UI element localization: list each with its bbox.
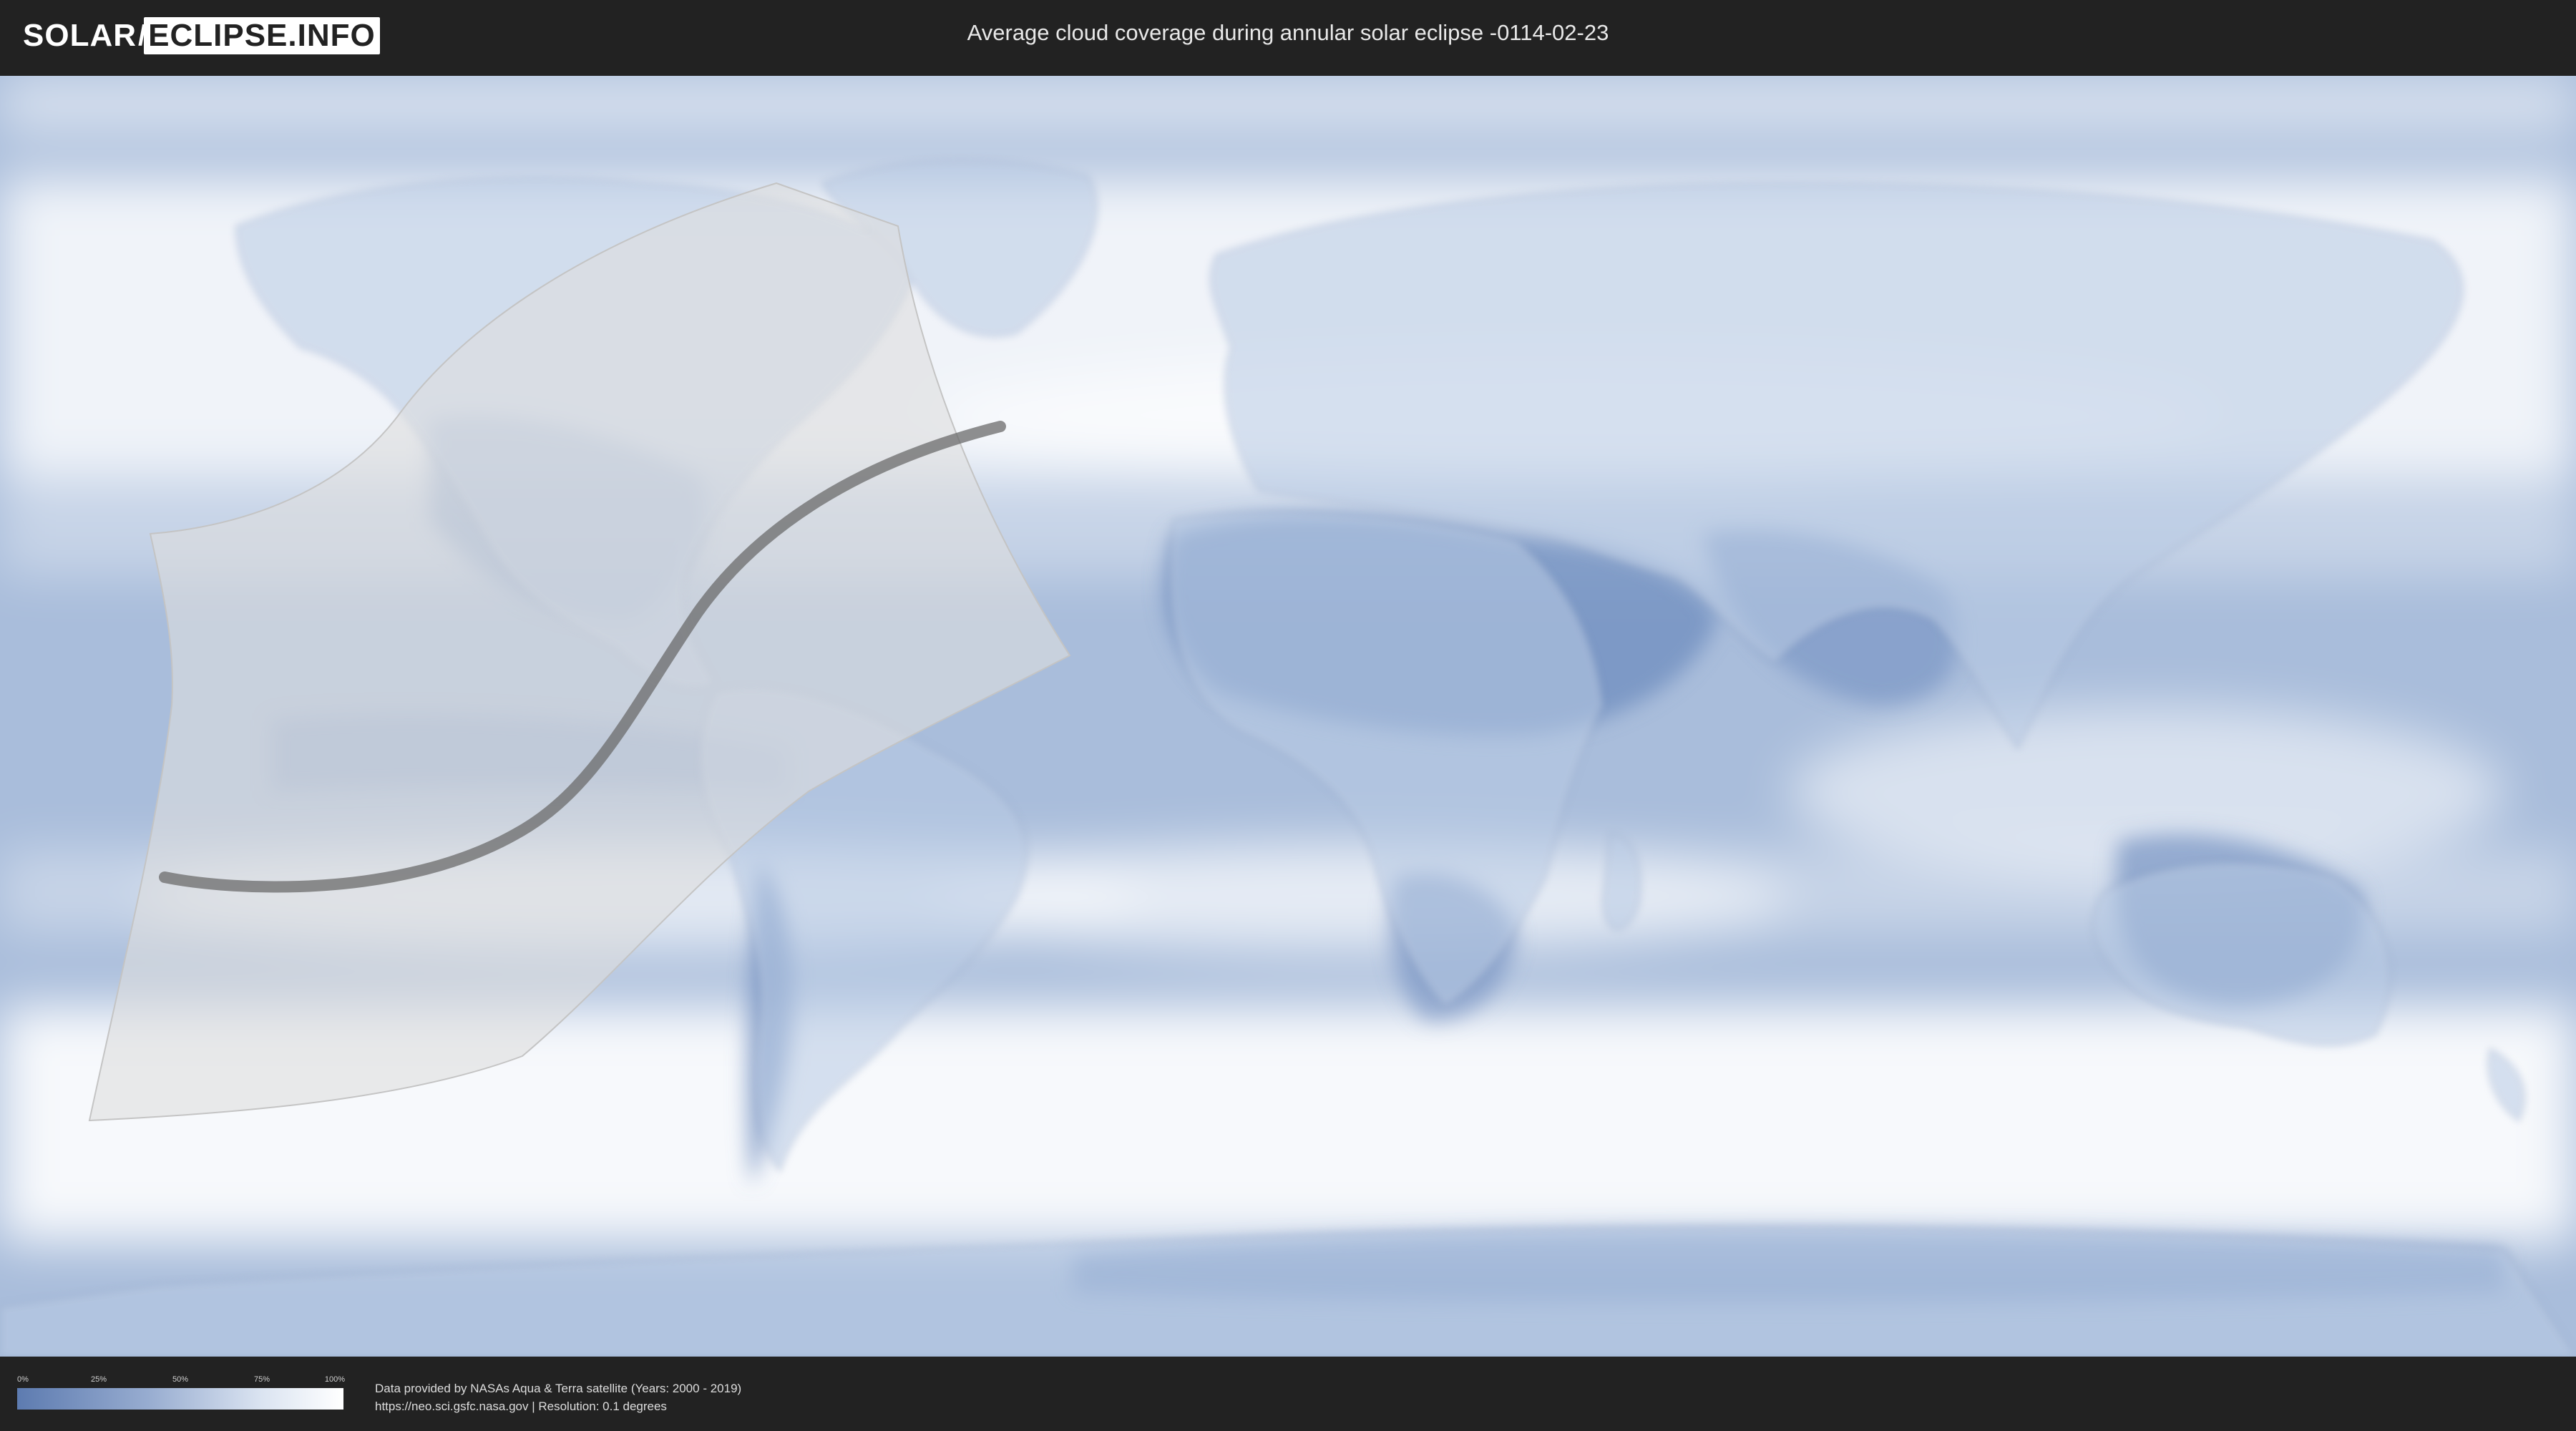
header-bar: SOLAR / ECLIPSE.INFO Average cloud cover… xyxy=(0,0,2576,72)
legend-tick-75: 75% xyxy=(253,1375,270,1384)
source-line-1: Data provided by NASAs Aqua & Terra sate… xyxy=(375,1382,742,1395)
map-canvas xyxy=(0,76,2576,1357)
page-title: Average cloud coverage during annular so… xyxy=(967,20,1609,45)
footer-bar: 0% 25% 50% 75% 100% Data provided by NAS… xyxy=(0,1358,2576,1431)
data-source-info: Data provided by NASAs Aqua & Terra sate… xyxy=(375,1379,741,1415)
legend-tick-50: 50% xyxy=(172,1375,189,1384)
cloud-coverage-map xyxy=(0,76,2576,1357)
cloud-coverage-legend: 0% 25% 50% 75% 100% xyxy=(17,1375,346,1418)
source-line-2: https://neo.sci.gsfc.nasa.gov | Resoluti… xyxy=(375,1400,667,1413)
legend-gradient-bar xyxy=(17,1388,343,1410)
legend-tick-0: 0% xyxy=(17,1375,29,1384)
legend-tick-25: 25% xyxy=(90,1375,107,1384)
legend-tick-100: 100% xyxy=(324,1375,346,1384)
